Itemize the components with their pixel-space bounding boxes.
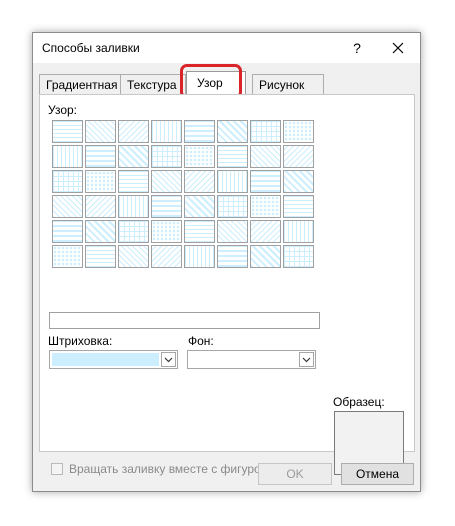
pattern-swatch[interactable]	[118, 220, 149, 243]
pattern-swatch[interactable]	[217, 220, 248, 243]
cancel-button[interactable]: Отмена	[341, 463, 414, 485]
pattern-swatch[interactable]	[217, 195, 248, 218]
pattern-swatch[interactable]	[118, 145, 149, 168]
rotate-with-shape-checkbox[interactable]	[51, 463, 63, 475]
pattern-swatch[interactable]	[184, 120, 215, 143]
pattern-swatch[interactable]	[85, 120, 116, 143]
help-button[interactable]: ?	[347, 38, 367, 58]
pattern-swatch[interactable]	[184, 145, 215, 168]
pattern-swatch[interactable]	[250, 170, 281, 193]
pattern-swatch[interactable]	[85, 170, 116, 193]
hatch-color-dropdown[interactable]	[49, 350, 178, 369]
chevron-down-icon	[161, 352, 176, 367]
pattern-swatch[interactable]	[250, 245, 281, 268]
hatch-label: Штриховка:	[48, 334, 113, 348]
pattern-swatch[interactable]	[52, 170, 83, 193]
pattern-swatch[interactable]	[151, 170, 182, 193]
fill-effects-dialog: Способы заливки ? Градиентная Текстура Р…	[32, 32, 421, 492]
pattern-swatch[interactable]	[52, 220, 83, 243]
pattern-swatch[interactable]	[250, 120, 281, 143]
pattern-label: Узор:	[48, 103, 77, 117]
pattern-swatch[interactable]	[250, 220, 281, 243]
pattern-swatch[interactable]	[118, 195, 149, 218]
pattern-swatch[interactable]	[52, 245, 83, 268]
close-icon	[392, 42, 404, 54]
background-color-swatch	[190, 353, 297, 366]
pattern-swatch[interactable]	[283, 195, 314, 218]
close-button[interactable]	[388, 38, 408, 58]
pattern-swatch[interactable]	[184, 245, 215, 268]
pattern-swatch[interactable]	[283, 220, 314, 243]
pattern-swatch[interactable]	[85, 195, 116, 218]
pattern-swatch[interactable]	[52, 145, 83, 168]
pattern-swatch[interactable]	[217, 245, 248, 268]
pattern-swatch[interactable]	[217, 145, 248, 168]
pattern-swatch[interactable]	[118, 170, 149, 193]
tab-texture[interactable]: Текстура	[120, 74, 186, 94]
pattern-swatch[interactable]	[151, 220, 182, 243]
pattern-panel: Узор: Штриховка: Фон: Образец: Вращать з…	[39, 94, 415, 476]
tab-picture[interactable]: Рисунок	[252, 74, 324, 94]
pattern-swatch[interactable]	[151, 145, 182, 168]
pattern-swatch[interactable]	[250, 145, 281, 168]
pattern-swatch[interactable]	[184, 170, 215, 193]
pattern-swatch[interactable]	[118, 245, 149, 268]
pattern-swatch[interactable]	[184, 220, 215, 243]
pattern-swatch[interactable]	[217, 120, 248, 143]
pattern-swatch[interactable]	[85, 220, 116, 243]
pattern-swatch[interactable]	[184, 195, 215, 218]
pattern-swatch[interactable]	[151, 245, 182, 268]
pattern-swatch[interactable]	[283, 145, 314, 168]
pattern-swatch[interactable]	[85, 145, 116, 168]
pattern-swatch[interactable]	[217, 170, 248, 193]
chevron-down-icon	[299, 352, 314, 367]
hatch-color-swatch	[52, 353, 159, 366]
ok-button[interactable]: OK	[258, 463, 332, 485]
background-label: Фон:	[188, 334, 214, 348]
pattern-swatch[interactable]	[85, 245, 116, 268]
background-color-dropdown[interactable]	[187, 350, 316, 369]
dialog-title: Способы заливки	[42, 41, 140, 55]
pattern-swatch[interactable]	[52, 195, 83, 218]
pattern-swatch[interactable]	[283, 170, 314, 193]
sample-label: Образец:	[333, 395, 385, 409]
pattern-swatch[interactable]	[283, 245, 314, 268]
rotate-with-shape-label: Вращать заливку вместе с фигурой	[69, 462, 268, 476]
pattern-swatch[interactable]	[52, 120, 83, 143]
pattern-swatch[interactable]	[151, 120, 182, 143]
pattern-swatch[interactable]	[151, 195, 182, 218]
pattern-swatch[interactable]	[118, 120, 149, 143]
pattern-grid	[52, 120, 316, 270]
pattern-swatch[interactable]	[250, 195, 281, 218]
title-bar: Способы заливки ?	[33, 33, 420, 63]
tab-gradient[interactable]: Градиентная	[39, 74, 121, 94]
pattern-name-field	[49, 312, 320, 329]
pattern-swatch[interactable]	[283, 120, 314, 143]
